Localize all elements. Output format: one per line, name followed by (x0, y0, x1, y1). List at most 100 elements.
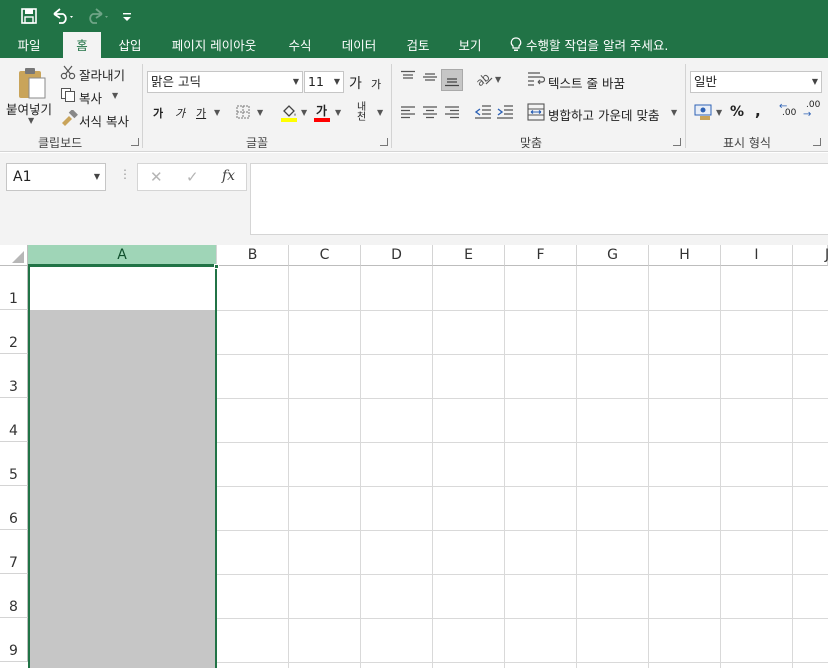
ribbon-separator (685, 64, 686, 148)
font-size-select[interactable]: 11 ▼ (304, 71, 344, 93)
scissors-icon (60, 65, 76, 80)
decrease-indent-icon[interactable] (474, 104, 492, 120)
tab-file[interactable]: 파일 (6, 32, 52, 58)
save-icon[interactable] (20, 7, 38, 25)
formula-bar-grip-icon[interactable]: ⋮ (119, 167, 131, 181)
clipboard-dialog-launcher-icon[interactable] (131, 138, 139, 146)
column-header-b[interactable]: B (217, 245, 289, 266)
row-header-7[interactable]: 7 (0, 530, 28, 574)
tab-insert[interactable]: 삽입 (108, 32, 152, 58)
accounting-dropdown-arrow-icon[interactable]: ▼ (716, 108, 722, 117)
merge-center-button[interactable]: 병합하고 가운데 맞춤 (548, 105, 659, 124)
gridline (504, 266, 505, 668)
tab-home[interactable]: 홈 (63, 32, 101, 58)
italic-icon[interactable]: 가 (175, 105, 185, 121)
column-header-e[interactable]: E (433, 245, 505, 266)
redo-icon[interactable] (84, 6, 112, 26)
select-all-button[interactable] (0, 245, 28, 266)
tab-page-layout[interactable]: 페이지 레이아웃 (162, 32, 266, 58)
fill-handle[interactable] (214, 264, 219, 269)
borders-dropdown-arrow-icon[interactable]: ▼ (257, 108, 263, 117)
fill-color-icon[interactable] (280, 102, 298, 122)
customize-qat-icon[interactable] (122, 10, 132, 22)
gridline (288, 266, 289, 668)
tell-me-search[interactable]: 수행할 작업을 알려 주세요. (526, 32, 676, 58)
font-color-icon[interactable]: 가 (316, 102, 327, 119)
row-header-1[interactable]: 1 (0, 266, 28, 310)
row-header-3[interactable]: 3 (0, 354, 28, 398)
align-top-icon[interactable] (400, 70, 416, 84)
comma-style-icon[interactable]: , (755, 102, 761, 120)
clipboard-group-label: 클립보드 (38, 136, 83, 150)
underline-dropdown-arrow-icon[interactable]: ▼ (214, 108, 220, 117)
alignment-group-label: 맞춤 (520, 136, 543, 150)
insert-function-icon[interactable]: fx (222, 168, 235, 184)
wrap-text-icon (528, 72, 545, 86)
copy-button[interactable]: 복사 (79, 88, 102, 107)
chevron-down-icon: ▼ (93, 172, 100, 181)
increase-font-size-icon[interactable]: 가 (349, 73, 362, 93)
fill-color-dropdown-arrow-icon[interactable]: ▼ (301, 108, 307, 117)
tab-formulas[interactable]: 수식 (278, 32, 322, 58)
increase-indent-icon[interactable] (496, 104, 514, 120)
increase-decimal-icon[interactable]: ← .00 (779, 101, 799, 121)
column-header-c[interactable]: C (289, 245, 361, 266)
column-header-g[interactable]: G (577, 245, 649, 266)
align-bottom-button[interactable] (441, 69, 463, 91)
align-center-icon[interactable] (422, 105, 438, 119)
number-dialog-launcher-icon[interactable] (813, 138, 821, 146)
orientation-icon[interactable]: ab (474, 70, 494, 88)
name-box[interactable]: A1 ▼ (6, 163, 106, 191)
gridline (432, 266, 433, 668)
undo-icon[interactable] (50, 6, 76, 26)
cancel-icon[interactable]: ✕ (150, 168, 163, 186)
wrap-text-button[interactable]: 텍스트 줄 바꿈 (548, 73, 625, 92)
align-left-icon[interactable] (400, 105, 416, 119)
clipboard-paste-icon[interactable] (16, 66, 48, 100)
selection-border (28, 266, 217, 668)
row-header-9[interactable]: 9 (0, 618, 28, 662)
column-header-i[interactable]: I (721, 245, 793, 266)
borders-icon[interactable] (236, 105, 250, 119)
cut-button[interactable]: 잘라내기 (79, 65, 125, 84)
font-color-dropdown-arrow-icon[interactable]: ▼ (335, 108, 341, 117)
alignment-dialog-launcher-icon[interactable] (673, 138, 681, 146)
tab-view[interactable]: 보기 (448, 32, 492, 58)
row-header-6[interactable]: 6 (0, 486, 28, 530)
formula-input[interactable] (250, 163, 828, 235)
percent-style-icon[interactable]: % (730, 104, 744, 120)
merge-dropdown-arrow-icon[interactable]: ▼ (671, 108, 677, 117)
font-dialog-launcher-icon[interactable] (380, 138, 388, 146)
underline-icon[interactable]: 가 (196, 105, 206, 121)
column-header-f[interactable]: F (505, 245, 577, 266)
align-right-icon[interactable] (444, 105, 460, 119)
active-cell[interactable] (30, 267, 215, 309)
number-format-select[interactable]: 일반 ▼ (690, 71, 822, 93)
row-header-4[interactable]: 4 (0, 398, 28, 442)
row-header-5[interactable]: 5 (0, 442, 28, 486)
enter-icon[interactable]: ✓ (186, 168, 199, 186)
row-header-2[interactable]: 2 (0, 310, 28, 354)
format-painter-icon (62, 110, 78, 126)
column-header-h[interactable]: H (649, 245, 721, 266)
phonetic-dropdown-arrow-icon[interactable]: ▼ (377, 108, 383, 117)
format-painter-button[interactable]: 서식 복사 (79, 111, 129, 130)
font-name-select[interactable]: 맑은 고딕 ▼ (147, 71, 303, 93)
decrease-decimal-icon[interactable]: .00 → (803, 100, 825, 121)
row-header-8[interactable]: 8 (0, 574, 28, 618)
font-name-value: 맑은 고딕 (151, 74, 201, 89)
align-middle-icon[interactable] (422, 70, 438, 84)
phonetic-guide-icon[interactable]: 내천 (357, 103, 371, 123)
decrease-font-size-icon[interactable]: 가 (371, 76, 381, 92)
copy-dropdown-arrow-icon[interactable]: ▼ (112, 91, 118, 100)
orientation-dropdown-arrow-icon[interactable]: ▼ (495, 75, 501, 84)
tab-review[interactable]: 검토 (396, 32, 440, 58)
tab-data[interactable]: 데이터 (332, 32, 386, 58)
column-header-a[interactable]: A (28, 245, 217, 266)
column-header-j[interactable]: J (793, 245, 828, 266)
accounting-format-icon[interactable] (694, 103, 714, 121)
column-header-d[interactable]: D (361, 245, 433, 266)
paste-dropdown-arrow-icon[interactable]: ▼ (28, 116, 34, 125)
bold-icon[interactable]: 가 (153, 105, 163, 121)
title-bar (0, 0, 828, 32)
